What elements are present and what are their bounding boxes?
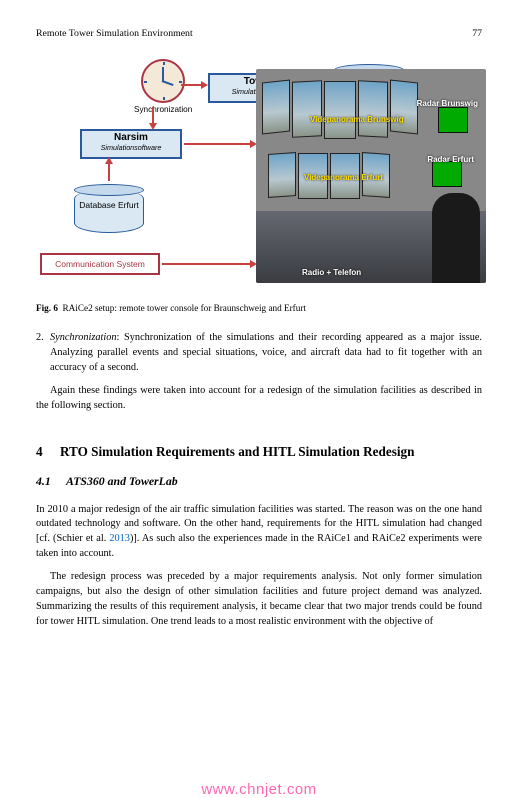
running-title: Remote Tower Simulation Environment: [36, 28, 193, 39]
sync-label: Synchronization: [134, 105, 192, 114]
heading-section-4-1: 4.1 ATS360 and TowerLab: [36, 474, 482, 489]
communication-system-box: Communication System: [40, 253, 160, 275]
watermark: www.chnjet.com: [0, 781, 518, 798]
page-number: 77: [472, 28, 482, 39]
citation-schier-2013[interactable]: 2013: [109, 533, 130, 544]
figure-6: Synchronization Towsim Simulationsoftwar…: [36, 53, 482, 293]
operator-silhouette: [432, 193, 480, 283]
radio-telefon-label: Radio + Telefon: [302, 268, 361, 277]
radar-erfurt-label: Radar Erfurt: [427, 155, 474, 164]
console-photo: Videpanorama Brunswig Radar Brunswig Vid…: [256, 69, 486, 283]
paragraph-redesign-process: The redesign process was preceded by a m…: [36, 570, 482, 630]
list-item-synchronization: 2. Synchronization: Synchronization of t…: [36, 331, 482, 376]
paragraph-redesign-intro: In 2010 a major redesign of the air traf…: [36, 503, 482, 563]
videopanorama-erfurt-label: Videpanorama Erfurt: [304, 173, 383, 182]
heading-section-4: 4 RTO Simulation Requirements and HITL S…: [36, 444, 482, 460]
clock-icon: Synchronization: [134, 59, 192, 114]
videopanorama-brunswig-label: Videpanorama Brunswig: [310, 115, 404, 124]
paragraph-findings: Again these findings were taken into acc…: [36, 384, 482, 414]
database-erfurt: Database Erfurt: [74, 189, 144, 233]
radar-brunswig-label: Radar Brunswig: [417, 99, 478, 108]
figure-caption: Fig. 6 RAiCe2 setup: remote tower consol…: [36, 303, 482, 315]
narsim-box: Narsim Simulationsoftware: [80, 129, 182, 159]
